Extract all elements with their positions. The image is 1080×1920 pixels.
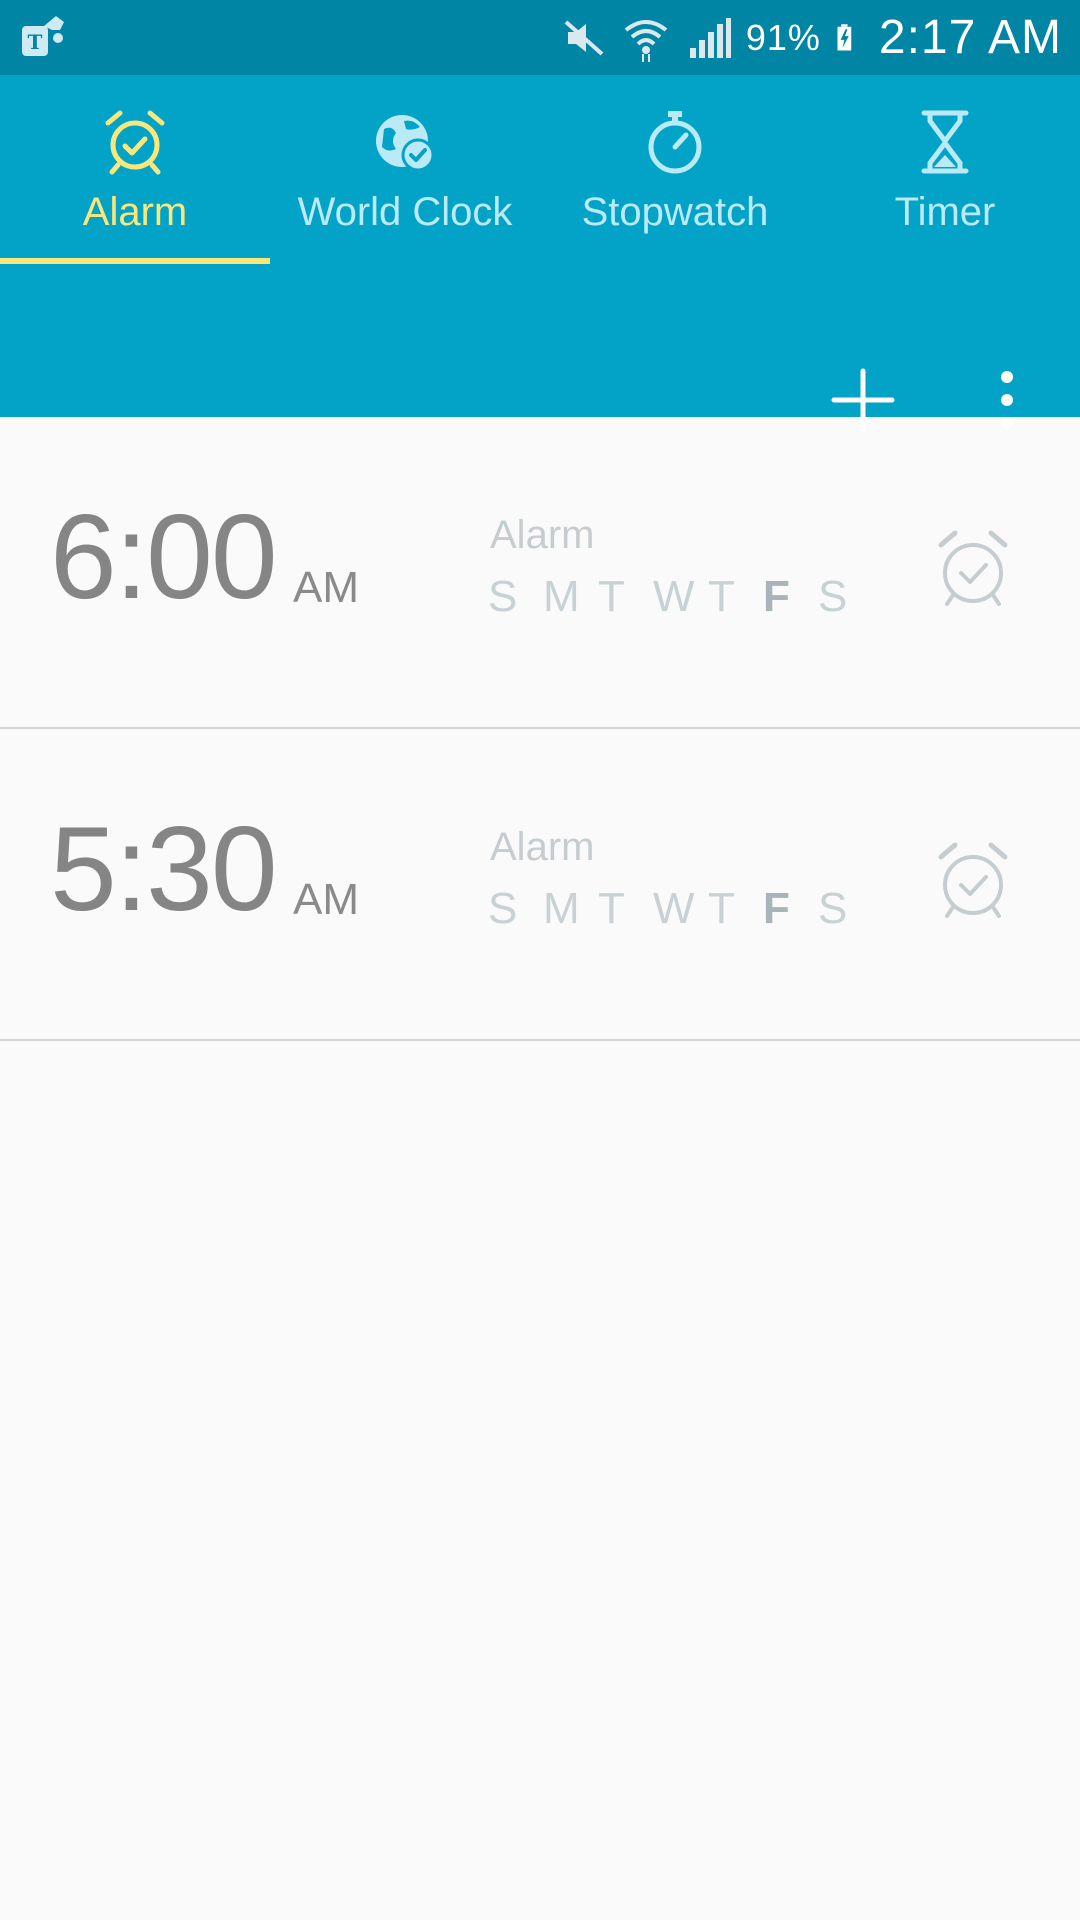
mute-icon	[564, 20, 604, 55]
alarm-item[interactable]: 6:00 AM Alarm S M T W T F S	[0, 417, 1080, 729]
stopwatch-icon	[648, 111, 702, 174]
tab-label: Timer	[894, 190, 996, 234]
status-icons: 91% 2:17 AM	[560, 0, 1062, 75]
tab-alarm[interactable]: Alarm	[0, 75, 270, 265]
battery-charging-icon	[837, 23, 852, 50]
alarm-repeat-days: S M T W T F S	[488, 884, 873, 934]
tab-label: Stopwatch	[581, 190, 769, 234]
status-clock: 2:17 AM	[878, 11, 1062, 64]
tab-bar: Alarm World Clock Stopwatch Timer	[0, 75, 1080, 265]
alarm-time: 6:00	[50, 490, 278, 624]
alarm-name: Alarm	[490, 513, 595, 557]
signal-icon	[689, 17, 731, 58]
wifi-icon	[624, 19, 668, 62]
status-bar: T 91% 2:17 AM	[0, 0, 1080, 75]
alarm-ampm: AM	[293, 563, 359, 612]
t-mobile-icon: T	[22, 16, 64, 56]
alarm-list: 6:00 AM Alarm S M T W T F S 5:30 AM Alar…	[0, 417, 1080, 1041]
day-friday: F	[763, 884, 790, 933]
tab-timer[interactable]: Timer	[810, 75, 1080, 265]
day-friday: F	[763, 572, 790, 621]
day-sunday: S	[488, 884, 518, 933]
tab-world-clock[interactable]: World Clock	[270, 75, 540, 265]
day-saturday: S	[818, 572, 848, 621]
alarm-ampm: AM	[293, 875, 359, 924]
alarm-clock-icon	[105, 110, 165, 175]
day-wednesday: W	[653, 572, 695, 621]
day-monday: M	[543, 884, 580, 933]
battery-percentage: 91%	[745, 16, 821, 58]
tab-label: World Clock	[297, 190, 513, 234]
day-sunday: S	[488, 572, 518, 621]
alarm-toggle-icon[interactable]	[933, 529, 1013, 609]
alarm-name: Alarm	[490, 825, 595, 869]
tab-label: Alarm	[82, 190, 188, 234]
day-tuesday: T	[598, 884, 625, 933]
day-monday: M	[543, 572, 580, 621]
active-tab-indicator	[0, 258, 270, 264]
app-bar: Alarm World Clock Stopwatch Timer	[0, 75, 1080, 432]
alarm-repeat-days: S M T W T F S	[488, 572, 873, 622]
day-thursday: T	[708, 884, 735, 933]
alarm-time: 5:30	[50, 802, 278, 936]
globe-check-icon	[376, 115, 435, 172]
svg-text:T: T	[28, 30, 43, 54]
hourglass-icon	[921, 110, 969, 174]
day-tuesday: T	[598, 572, 625, 621]
day-wednesday: W	[653, 884, 695, 933]
alarm-item[interactable]: 5:30 AM Alarm S M T W T F S	[0, 729, 1080, 1041]
alarm-toggle-icon[interactable]	[933, 841, 1013, 921]
day-thursday: T	[708, 572, 735, 621]
day-saturday: S	[818, 884, 848, 933]
tab-stopwatch[interactable]: Stopwatch	[540, 75, 810, 265]
